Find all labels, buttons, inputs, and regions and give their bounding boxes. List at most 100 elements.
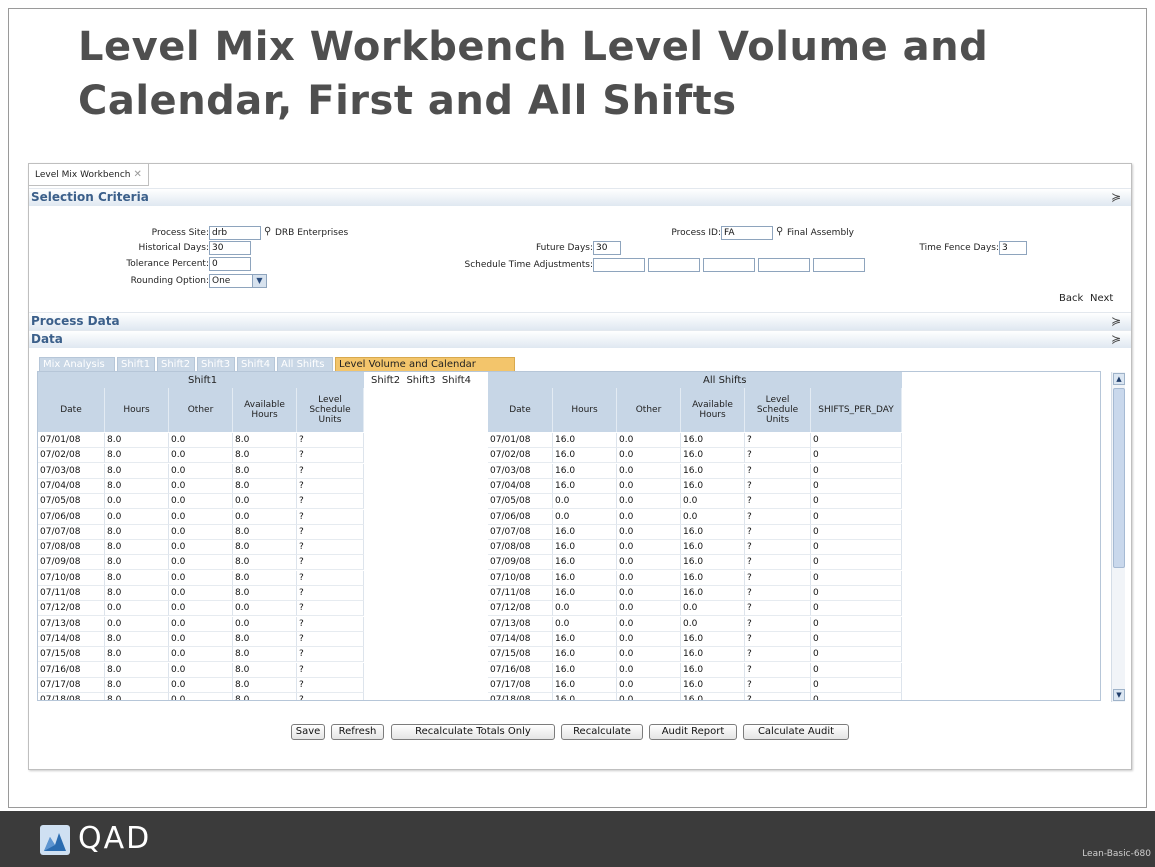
cell-all-other[interactable]: 0.0 [617,693,681,700]
cell-all-other[interactable]: 0.0 [617,478,681,494]
next-link[interactable]: Next [1090,292,1113,306]
cell-all-level-schedule-units[interactable]: ? [745,647,811,663]
cell-available-hours[interactable]: 0.0 [233,494,297,510]
cell-all-level-schedule-units[interactable]: ? [745,494,811,510]
cell-all-available-hours[interactable]: 16.0 [681,647,745,663]
cell-all-date[interactable]: 07/14/08 [488,631,553,647]
cell-other[interactable]: 0.0 [169,478,233,494]
cell-all-date[interactable]: 07/01/08 [488,433,553,448]
cell-all-available-hours[interactable]: 16.0 [681,693,745,700]
cell-hours[interactable]: 0.0 [105,494,169,510]
cell-available-hours[interactable]: 0.0 [233,509,297,525]
cell-all-available-hours[interactable]: 16.0 [681,448,745,464]
cell-other[interactable]: 0.0 [169,586,233,601]
cell-level-schedule-units[interactable]: ? [297,478,364,494]
cell-level-schedule-units[interactable]: ? [297,433,364,448]
cell-shifts-per-day[interactable]: 0 [811,631,902,647]
cell-all-other[interactable]: 0.0 [617,494,681,510]
calculate-audit-button[interactable]: Calculate Audit [743,724,849,740]
time-fence-days-input[interactable]: 3 [999,241,1027,255]
col-hours[interactable]: Hours [105,388,169,432]
cell-available-hours[interactable]: 8.0 [233,570,297,586]
cell-all-hours[interactable]: 0.0 [553,616,617,632]
cell-all-date[interactable]: 07/06/08 [488,509,553,525]
table-row[interactable]: 07/08/08 8.0 0.0 8.0? 07/08/08 16.0 0.0 16.0? 0 [38,540,902,556]
table-row[interactable]: 07/15/08 8.0 0.0 8.0? 07/15/08 16.0 0.0 16.0? 0 [38,647,902,663]
cell-other[interactable]: 0.0 [169,647,233,663]
table-row[interactable]: 07/18/08 8.0 0.0 8.0? 07/18/08 16.0 0.0 16.0? 0 [38,693,902,700]
cell-all-available-hours[interactable]: 16.0 [681,570,745,586]
cell-all-other[interactable]: 0.0 [617,433,681,448]
cell-date[interactable]: 07/13/08 [38,616,105,632]
scroll-down-icon[interactable]: ▼ [1113,689,1125,701]
cell-shifts-per-day[interactable]: 0 [811,647,902,663]
cell-all-level-schedule-units[interactable]: ? [745,509,811,525]
col-all-hours[interactable]: Hours [553,388,617,432]
tab-level-volume-and-calendar[interactable]: Level Volume and Calendar [335,357,515,371]
cell-shifts-per-day[interactable]: 0 [811,586,902,601]
cell-all-date[interactable]: 07/18/08 [488,693,553,700]
cell-date[interactable]: 07/08/08 [38,540,105,556]
cell-level-schedule-units[interactable]: ? [297,662,364,678]
scroll-thumb[interactable] [1113,388,1125,568]
cell-all-available-hours[interactable]: 16.0 [681,478,745,494]
cell-all-available-hours[interactable]: 16.0 [681,555,745,571]
cell-all-level-schedule-units[interactable]: ? [745,555,811,571]
cell-all-date[interactable]: 07/10/08 [488,570,553,586]
cell-shifts-per-day[interactable]: 0 [811,433,902,448]
tab-mix-analysis[interactable]: Mix Analysis [39,357,115,371]
magnifier-icon[interactable]: ⚲ [264,225,271,239]
cell-hours[interactable]: 0.0 [105,601,169,617]
cell-shifts-per-day[interactable]: 0 [811,540,902,556]
cell-level-schedule-units[interactable]: ? [297,524,364,540]
cell-all-hours[interactable]: 0.0 [553,494,617,510]
cell-available-hours[interactable]: 8.0 [233,448,297,464]
cell-hours[interactable]: 8.0 [105,586,169,601]
cell-all-level-schedule-units[interactable]: ? [745,601,811,617]
cell-shifts-per-day[interactable]: 0 [811,463,902,479]
cell-other[interactable]: 0.0 [169,524,233,540]
cell-other[interactable]: 0.0 [169,448,233,464]
cell-available-hours[interactable]: 8.0 [233,524,297,540]
cell-hours[interactable]: 8.0 [105,540,169,556]
tab-all-shifts[interactable]: All Shifts [277,357,333,371]
save-button[interactable]: Save [291,724,325,740]
cell-all-hours[interactable]: 16.0 [553,677,617,693]
recalculate-button[interactable]: Recalculate [561,724,643,740]
schedule-adjustment-input-2[interactable] [648,258,700,272]
cell-level-schedule-units[interactable]: ? [297,463,364,479]
cell-level-schedule-units[interactable]: ? [297,616,364,632]
table-row[interactable]: 07/01/08 8.0 0.0 8.0? 07/01/08 16.0 0.0 16.0? 0 [38,433,902,448]
cell-all-other[interactable]: 0.0 [617,524,681,540]
rounding-option-select[interactable]: One ▼ [209,274,267,288]
cell-all-hours[interactable]: 16.0 [553,524,617,540]
cell-all-hours[interactable]: 16.0 [553,631,617,647]
cell-all-date[interactable]: 07/07/08 [488,524,553,540]
cell-all-date[interactable]: 07/11/08 [488,586,553,601]
cell-available-hours[interactable]: 8.0 [233,586,297,601]
cell-date[interactable]: 07/14/08 [38,631,105,647]
cell-all-level-schedule-units[interactable]: ? [745,677,811,693]
cell-all-other[interactable]: 0.0 [617,540,681,556]
cell-available-hours[interactable]: 0.0 [233,616,297,632]
cell-all-hours[interactable]: 16.0 [553,570,617,586]
cell-all-date[interactable]: 07/15/08 [488,647,553,663]
process-site-input[interactable]: drb [209,226,261,240]
cell-all-date[interactable]: 07/12/08 [488,601,553,617]
cell-level-schedule-units[interactable]: ? [297,494,364,510]
cell-all-other[interactable]: 0.0 [617,463,681,479]
scroll-up-icon[interactable]: ▲ [1113,373,1125,385]
cell-hours[interactable]: 8.0 [105,677,169,693]
cell-level-schedule-units[interactable]: ? [297,555,364,571]
cell-all-available-hours[interactable]: 16.0 [681,540,745,556]
cell-all-hours[interactable]: 16.0 [553,647,617,663]
cell-level-schedule-units[interactable]: ? [297,586,364,601]
cell-all-level-schedule-units[interactable]: ? [745,540,811,556]
cell-date[interactable]: 07/06/08 [38,509,105,525]
cell-all-level-schedule-units[interactable]: ? [745,448,811,464]
cell-shifts-per-day[interactable]: 0 [811,494,902,510]
cell-date[interactable]: 07/16/08 [38,662,105,678]
tab-shift2[interactable]: Shift2 [157,357,195,371]
cell-shifts-per-day[interactable]: 0 [811,616,902,632]
cell-available-hours[interactable]: 8.0 [233,677,297,693]
